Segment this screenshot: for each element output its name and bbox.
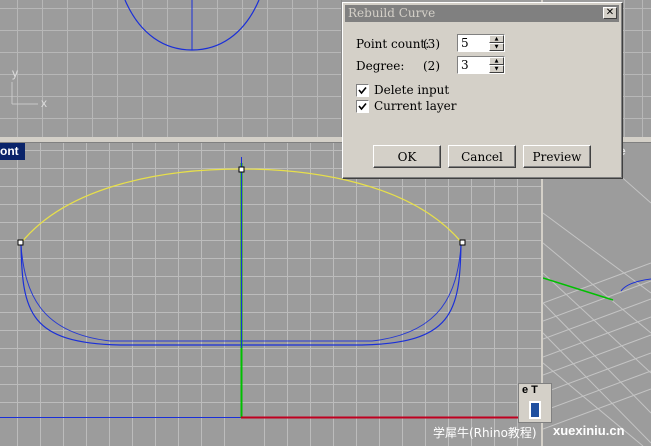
ok-button[interactable]: OK (373, 145, 441, 168)
viewport-top[interactable]: y x (0, 0, 341, 137)
point-count-stepper[interactable]: ▲ ▼ (457, 34, 505, 52)
checkmark-icon (358, 102, 367, 111)
toolbar-panel-icon[interactable] (529, 401, 541, 419)
checkmark-icon (358, 86, 367, 95)
current-layer-label[interactable]: Current layer (374, 99, 456, 113)
axis-y-label: y (12, 66, 18, 80)
viewport-perspective[interactable]: e (543, 143, 651, 446)
cancel-button[interactable]: Cancel (448, 145, 516, 168)
degree-spinner[interactable]: ▲ ▼ (489, 57, 504, 73)
spin-up-icon[interactable]: ▲ (489, 57, 504, 65)
control-point (459, 239, 466, 246)
degree-stepper[interactable]: ▲ ▼ (457, 56, 505, 74)
control-point (238, 166, 245, 173)
watermark: 学犀牛(Rhino教程) xuexiniu.cn (0, 420, 651, 446)
delete-input-checkbox[interactable] (356, 84, 369, 97)
spin-down-icon[interactable]: ▼ (489, 43, 504, 51)
close-button[interactable]: ✕ (603, 7, 617, 19)
axis-icon (11, 82, 38, 105)
degree-input[interactable] (459, 57, 489, 73)
dialog-title: Rebuild Curve (348, 6, 436, 20)
degree-label: Degree: (356, 59, 405, 73)
degree-current: (2) (423, 59, 440, 73)
viewport-front[interactable]: ont (0, 143, 541, 446)
axis-x-label: x (41, 96, 47, 110)
delete-input-label[interactable]: Delete input (374, 83, 449, 97)
preview-button[interactable]: Preview (523, 145, 591, 168)
close-icon: ✕ (605, 7, 615, 18)
dialog-titlebar[interactable]: Rebuild Curve ✕ (345, 5, 619, 22)
viewport-top-grid (0, 0, 341, 137)
current-layer-checkbox[interactable] (356, 100, 369, 113)
point-count-label: Point count: (356, 37, 430, 51)
viewport-perspective-canvas (543, 143, 651, 446)
spin-up-icon[interactable]: ▲ (489, 35, 504, 43)
viewport-front-tab[interactable]: ont (0, 143, 25, 160)
watermark-text: 学犀牛(Rhino教程) (433, 426, 537, 440)
point-count-spinner[interactable]: ▲ ▼ (489, 35, 504, 51)
viewport-front-canvas (0, 143, 541, 446)
control-point (17, 239, 24, 246)
spin-down-icon[interactable]: ▼ (489, 65, 504, 73)
point-count-current: (3) (423, 37, 440, 51)
point-count-input[interactable] (459, 35, 489, 51)
rebuild-curve-dialog: Rebuild Curve ✕ Point count: (3) ▲ ▼ Deg… (342, 2, 623, 179)
watermark-url: xuexiniu.cn (553, 423, 625, 438)
floating-toolbar-title: e T (522, 384, 538, 396)
floating-toolbar[interactable]: e T (518, 383, 552, 423)
